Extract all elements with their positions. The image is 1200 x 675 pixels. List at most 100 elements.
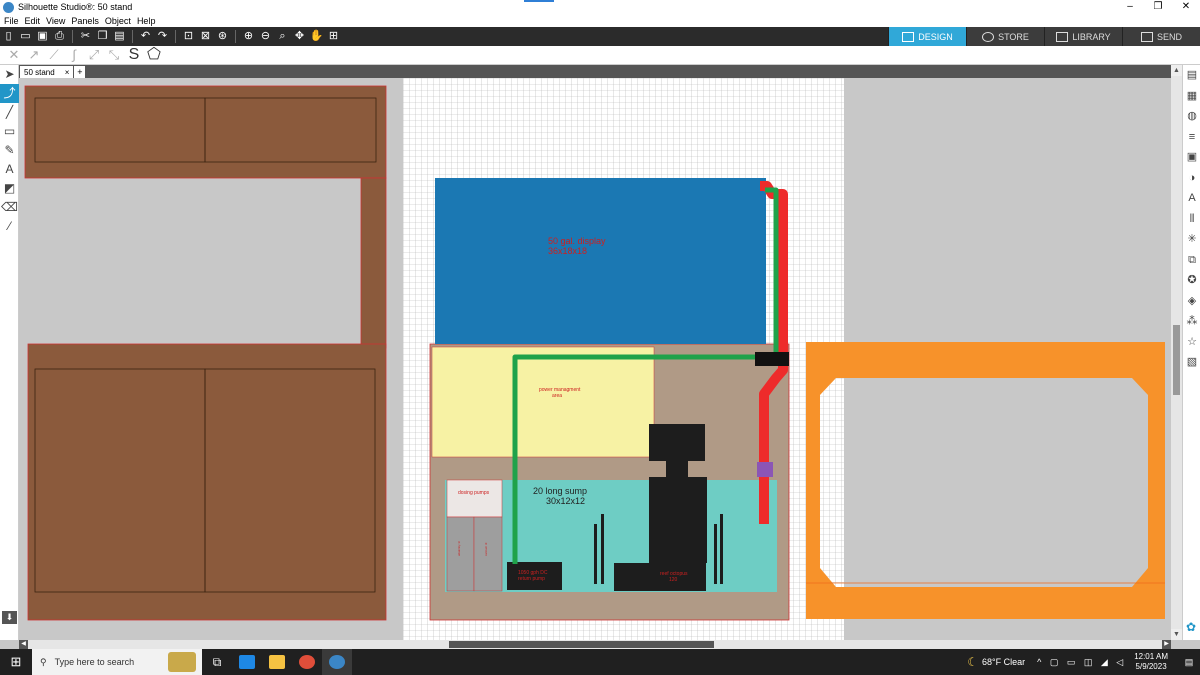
scroll-down-arrow-icon[interactable]: ▼ [1171, 629, 1182, 640]
sparkle-icon[interactable]: ✳ [1183, 229, 1200, 250]
tab-design[interactable]: DESIGN [888, 27, 966, 46]
cabinet-drawing[interactable] [24, 85, 387, 621]
print-icon[interactable]: ⎙ [51, 29, 68, 44]
scroll-left-arrow-icon[interactable]: ◀ [19, 640, 28, 649]
frame-drawing[interactable] [806, 342, 1165, 619]
select-all-icon[interactable]: ⊡ [180, 29, 197, 44]
page-setup-icon[interactable]: ▤ [1183, 65, 1200, 86]
file-explorer-icon[interactable] [262, 649, 292, 675]
save-icon[interactable]: ▣ [34, 29, 51, 44]
text-tool-icon[interactable]: A [0, 160, 19, 179]
star-badge-icon[interactable]: ✪ [1183, 270, 1200, 291]
select-arrow-icon[interactable]: ➤ [0, 65, 19, 84]
notifications-icon[interactable]: ▤ [1178, 657, 1200, 668]
trace-icon[interactable]: ⁂ [1183, 311, 1200, 332]
dosing-pumps-box[interactable] [446, 479, 503, 518]
zoom-out-icon[interactable]: ⊖ [257, 29, 274, 44]
add-point-icon[interactable]: ↗ [24, 47, 44, 63]
copy-icon[interactable]: ❐ [94, 29, 111, 44]
design-canvas[interactable]: 50 gal. display 36x18x18 power managment… [19, 78, 1171, 640]
silhouette-studio-icon[interactable] [322, 649, 352, 675]
stand-frame[interactable] [806, 342, 1165, 619]
offset-icon[interactable]: ◈ [1183, 291, 1200, 312]
minimize-button[interactable]: – [1116, 0, 1144, 14]
add-tab-button[interactable]: + [74, 66, 86, 78]
library-panel-icon[interactable]: ⬇ [2, 611, 17, 624]
pan-hand-icon[interactable]: ✋ [308, 29, 325, 44]
fill-tool-icon[interactable]: ◩ [0, 179, 19, 198]
make-curve-icon[interactable]: ⤡ [104, 47, 124, 63]
texture-icon[interactable]: ▧ [1183, 352, 1200, 373]
shapes-icon[interactable]: ⧉ [1183, 250, 1200, 271]
document-tab[interactable]: 50 stand × [20, 66, 74, 78]
task-view-icon[interactable]: ⧉ [202, 649, 232, 675]
delete-point-icon[interactable]: ✕ [4, 47, 24, 63]
stand-drawing[interactable]: 50 gal. display 36x18x18 power managment… [429, 178, 790, 621]
star-outline-icon[interactable]: ☆ [1183, 332, 1200, 353]
rectangle-tool-icon[interactable]: ▭ [0, 122, 19, 141]
close-button[interactable]: ✕ [1172, 0, 1200, 14]
fill-color-icon[interactable]: ◍ [1183, 106, 1200, 127]
smooth-icon[interactable]: S [124, 47, 144, 63]
deselect-icon[interactable]: ⊠ [197, 29, 214, 44]
line-style-icon[interactable]: ≡ [1183, 127, 1200, 148]
horizontal-scrollbar[interactable]: ◀ ▶ [19, 640, 1171, 649]
vertical-scroll-thumb[interactable] [1173, 325, 1180, 395]
grid-settings-icon[interactable]: ▦ [1183, 86, 1200, 107]
tab-send[interactable]: SEND [1122, 27, 1200, 46]
open-folder-icon[interactable]: ▭ [17, 29, 34, 44]
horizontal-scroll-thumb[interactable] [449, 641, 714, 648]
calcium-container[interactable] [473, 516, 503, 592]
straighten-icon[interactable]: ⤢ [84, 47, 104, 63]
new-file-icon[interactable]: ▯ [0, 29, 17, 44]
simplify-icon[interactable]: ⬠ [144, 47, 164, 63]
display-tank[interactable] [435, 178, 766, 344]
menu-help[interactable]: Help [137, 16, 156, 26]
cabinet-bottom[interactable] [27, 343, 387, 621]
point-edit-icon[interactable]: ⤴ [0, 84, 19, 103]
menu-view[interactable]: View [46, 16, 65, 26]
select-by-color-icon[interactable]: ⊛ [214, 29, 231, 44]
zoom-select-icon[interactable]: ⌕ [274, 29, 291, 44]
power-management-area[interactable] [431, 346, 655, 458]
gear-icon[interactable]: ✿ [1186, 620, 1196, 634]
text-style-icon[interactable]: A [1183, 188, 1200, 209]
fit-page-icon[interactable]: ⊞ [325, 29, 342, 44]
scroll-right-arrow-icon[interactable]: ▶ [1162, 640, 1171, 649]
zoom-in-icon[interactable]: ⊕ [240, 29, 257, 44]
corner-point-icon[interactable]: ⟋ [44, 47, 64, 63]
tab-library[interactable]: LIBRARY [1044, 27, 1122, 46]
cabinet-top[interactable] [24, 85, 387, 179]
weather-widget[interactable]: ☾ 68°F Clear [967, 655, 1025, 669]
document-tab-close[interactable]: × [65, 68, 70, 77]
eraser-tool-icon[interactable]: ⌫ [0, 198, 19, 217]
taskbar-search[interactable]: ⚲ Type here to search [32, 649, 202, 675]
move-icon[interactable]: ✥ [291, 29, 308, 44]
line-tool-icon[interactable]: ╱ [0, 103, 19, 122]
redo-icon[interactable]: ↷ [154, 29, 171, 44]
mail-icon[interactable] [232, 649, 262, 675]
smooth-point-icon[interactable]: ∫ [64, 47, 84, 63]
cabinet-side[interactable] [360, 177, 387, 349]
image-icon[interactable]: ▣ [1183, 147, 1200, 168]
menu-file[interactable]: File [4, 16, 19, 26]
align-icon[interactable]: ⫴ [1183, 209, 1200, 230]
tab-store[interactable]: STORE [966, 27, 1044, 46]
skimmer-top[interactable] [649, 424, 705, 461]
menu-edit[interactable]: Edit [25, 16, 41, 26]
paste-icon[interactable]: ▤ [111, 29, 128, 44]
menu-object[interactable]: Object [105, 16, 131, 26]
maximize-button[interactable]: ❐ [1144, 0, 1172, 14]
start-windows-icon[interactable]: ⊞ [0, 649, 32, 675]
contrast-icon[interactable]: ◑ [1183, 168, 1200, 189]
undo-icon[interactable]: ↶ [137, 29, 154, 44]
scroll-up-arrow-icon[interactable]: ▲ [1171, 65, 1182, 76]
tray-icons[interactable]: ^ ▢ ▭ ◫ ◢ ◁ [1037, 657, 1126, 668]
knife-tool-icon[interactable]: ⁄ [0, 217, 19, 236]
cut-icon[interactable]: ✂ [77, 29, 94, 44]
taskbar-clock[interactable]: 12:01 AM 5/9/2023 [1134, 652, 1168, 672]
pencil-tool-icon[interactable]: ✎ [0, 141, 19, 160]
chrome-icon[interactable] [292, 649, 322, 675]
vertical-scrollbar[interactable]: ▲ ▼ [1171, 65, 1182, 640]
menu-panels[interactable]: Panels [71, 16, 99, 26]
